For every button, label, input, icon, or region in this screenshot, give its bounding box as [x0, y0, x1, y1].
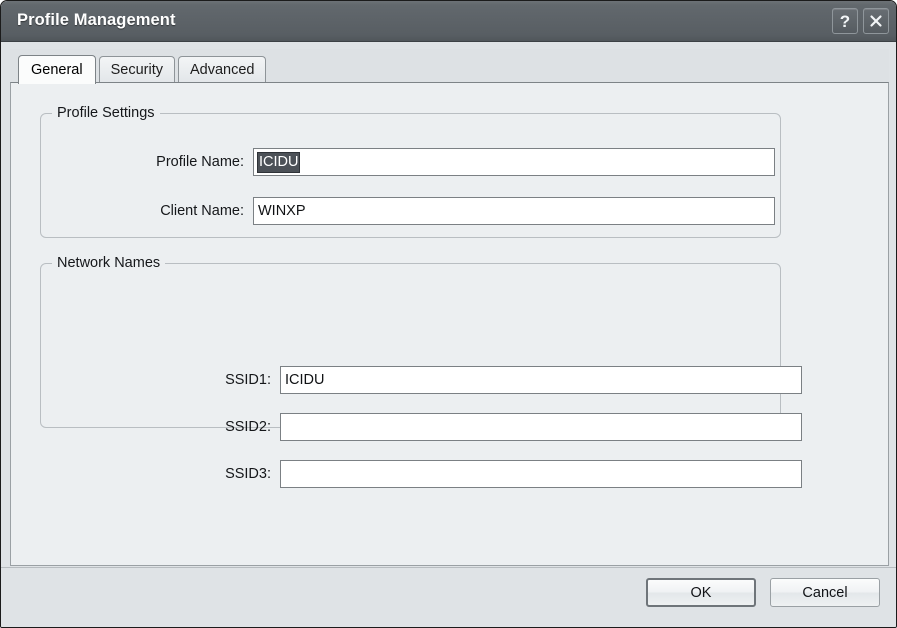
tab-security[interactable]: Security [98, 56, 175, 83]
tab-general-label: General [31, 62, 83, 78]
tab-advanced-label: Advanced [189, 62, 255, 78]
ssid3-row: SSID3: [136, 460, 828, 488]
ok-button-label: OK [690, 584, 712, 601]
client-name-value: WINXP [258, 203, 306, 219]
dialog-footer: OK Cancel [1, 567, 896, 627]
ssid2-row: SSID2: [136, 413, 828, 441]
profile-settings-legend: Profile Settings [52, 105, 160, 121]
ssid3-label: SSID3: [225, 466, 271, 482]
cancel-button[interactable]: Cancel [770, 578, 880, 607]
title-bar[interactable]: Profile Management ? [1, 1, 896, 42]
network-names-group: Network Names SSID1: ICIDU SSID2: SSID3: [40, 255, 802, 488]
help-button[interactable]: ? [832, 8, 858, 34]
tab-strip: General Security Advanced [10, 49, 889, 84]
ssid3-input[interactable] [280, 460, 802, 488]
ssid2-label: SSID2: [225, 419, 271, 435]
profile-name-input[interactable]: ICIDU [253, 148, 775, 176]
ssid1-label: SSID1: [225, 372, 271, 388]
profile-management-dialog: Profile Management ? General Security Ad… [0, 0, 897, 628]
tab-security-label: Security [110, 62, 163, 78]
footer-button-group: OK Cancel [646, 578, 880, 607]
ssid1-input[interactable]: ICIDU [280, 366, 802, 394]
ok-button[interactable]: OK [646, 578, 756, 607]
profile-name-row: Profile Name: ICIDU [136, 148, 828, 176]
tab-list: General Security Advanced [18, 55, 267, 84]
profile-name-label: Profile Name: [156, 154, 244, 170]
question-mark-icon: ? [839, 11, 851, 31]
window-title: Profile Management [17, 11, 176, 29]
close-x-icon [870, 15, 882, 27]
ssid1-value: ICIDU [285, 372, 325, 388]
ssid1-row: SSID1: ICIDU [136, 366, 828, 394]
tab-advanced[interactable]: Advanced [177, 56, 267, 83]
tab-general[interactable]: General [18, 55, 96, 84]
close-button[interactable] [863, 8, 889, 34]
client-name-label: Client Name: [160, 203, 244, 219]
title-bar-buttons: ? [832, 8, 889, 34]
cancel-button-label: Cancel [802, 584, 848, 601]
client-name-input[interactable]: WINXP [253, 197, 775, 225]
profile-name-value: ICIDU [256, 151, 301, 173]
profile-settings-group: Profile Settings Profile Name: ICIDU Cli… [40, 105, 781, 238]
network-names-legend: Network Names [52, 255, 166, 271]
ssid2-input[interactable] [280, 413, 802, 441]
client-name-row: Client Name: WINXP [136, 197, 828, 225]
general-tab-panel: Profile Settings Profile Name: ICIDU Cli… [10, 82, 889, 566]
